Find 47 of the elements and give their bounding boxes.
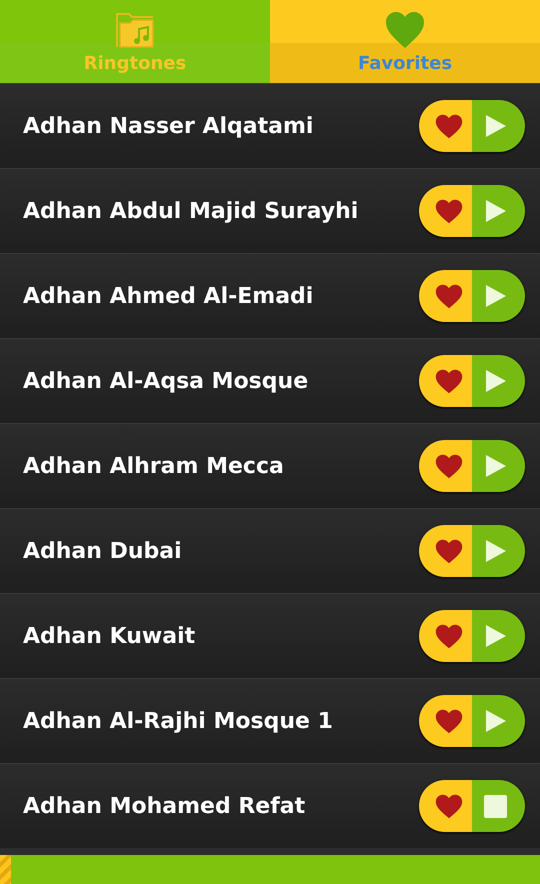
play-icon bbox=[484, 114, 506, 138]
stop-button[interactable] bbox=[472, 780, 525, 832]
play-icon bbox=[484, 199, 506, 223]
music-folder-icon bbox=[115, 11, 155, 49]
heart-icon bbox=[434, 624, 462, 648]
stop-icon bbox=[484, 794, 507, 818]
play-button[interactable] bbox=[472, 695, 525, 747]
favorite-button[interactable] bbox=[419, 100, 472, 152]
favorite-button[interactable] bbox=[419, 525, 472, 577]
heart-icon bbox=[434, 708, 462, 734]
play-icon bbox=[484, 284, 506, 308]
ringtone-title: Adhan Ahmed Al-Emadi bbox=[23, 284, 314, 308]
heart-icon bbox=[434, 284, 462, 308]
play-button[interactable] bbox=[472, 355, 525, 407]
play-button[interactable] bbox=[472, 610, 525, 662]
favorite-button[interactable] bbox=[419, 695, 472, 747]
play-button[interactable] bbox=[472, 185, 525, 237]
heart-icon bbox=[385, 11, 425, 49]
play-button[interactable] bbox=[472, 100, 525, 152]
play-icon bbox=[484, 369, 506, 393]
favorite-button[interactable] bbox=[419, 355, 472, 407]
favorite-button[interactable] bbox=[419, 780, 472, 832]
ringtone-title: Adhan Abdul Majid Surayhi bbox=[23, 198, 358, 224]
ringtone-title: Adhan Al-Aqsa Mosque bbox=[23, 368, 308, 394]
favorite-button[interactable] bbox=[419, 440, 472, 492]
heart-icon bbox=[434, 198, 462, 224]
ringtone-title: Adhan Al-Rajhi Mosque 1 bbox=[23, 708, 333, 734]
heart-icon bbox=[434, 454, 462, 478]
ringtone-title: Adhan Mohamed Refat bbox=[23, 794, 306, 818]
favorite-button[interactable] bbox=[419, 185, 472, 237]
favorite-button[interactable] bbox=[419, 610, 472, 662]
play-icon bbox=[484, 624, 506, 648]
ringtone-title: Adhan Alhram Mecca bbox=[23, 454, 284, 478]
play-button[interactable] bbox=[472, 440, 525, 492]
play-button[interactable] bbox=[472, 270, 525, 322]
ringtone-title: Adhan Dubai bbox=[23, 538, 182, 564]
heart-icon bbox=[434, 794, 462, 818]
ringtone-title: Adhan Nasser Alqatami bbox=[23, 114, 314, 138]
heart-icon bbox=[434, 538, 462, 564]
heart-icon bbox=[434, 368, 462, 394]
play-icon bbox=[484, 709, 506, 733]
play-button[interactable] bbox=[472, 525, 525, 577]
favorite-button[interactable] bbox=[419, 270, 472, 322]
play-icon bbox=[484, 539, 506, 563]
play-icon bbox=[484, 454, 506, 478]
heart-icon bbox=[434, 114, 462, 138]
ringtone-title: Adhan Kuwait bbox=[23, 624, 196, 648]
